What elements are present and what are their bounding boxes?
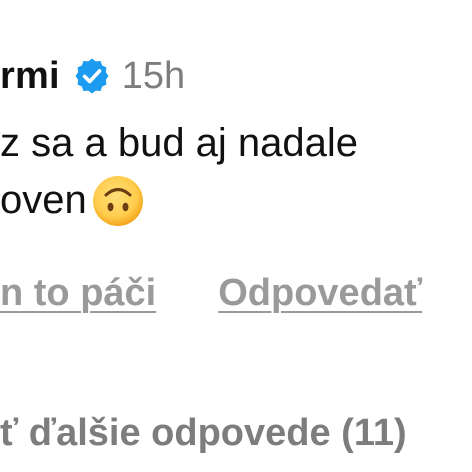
- upside-down-face-emoji-icon: [91, 174, 145, 228]
- view-more-replies-link[interactable]: ť ďalšie odpovede (11): [0, 412, 407, 455]
- like-action-link[interactable]: n to páči: [0, 272, 156, 315]
- comment-body: z sa a bud aj nadale oven: [0, 117, 472, 227]
- username[interactable]: rmi: [0, 55, 60, 98]
- reply-button[interactable]: Odpovedať: [218, 272, 422, 315]
- timestamp: 15h: [121, 54, 186, 97]
- comment-text-line: z sa a bud aj nadale: [0, 117, 472, 170]
- comment-actions: n to páči Odpovedať: [0, 272, 472, 315]
- comment-text-line: oven: [0, 174, 472, 227]
- comment-text-line2: oven: [0, 178, 87, 222]
- comment: rmi 15h z sa a bud aj nadale oven n to p…: [0, 0, 472, 472]
- verified-badge-icon: [72, 56, 112, 96]
- comment-text-line1: z sa a bud aj nadale: [0, 121, 359, 165]
- comment-header: rmi 15h: [0, 50, 185, 102]
